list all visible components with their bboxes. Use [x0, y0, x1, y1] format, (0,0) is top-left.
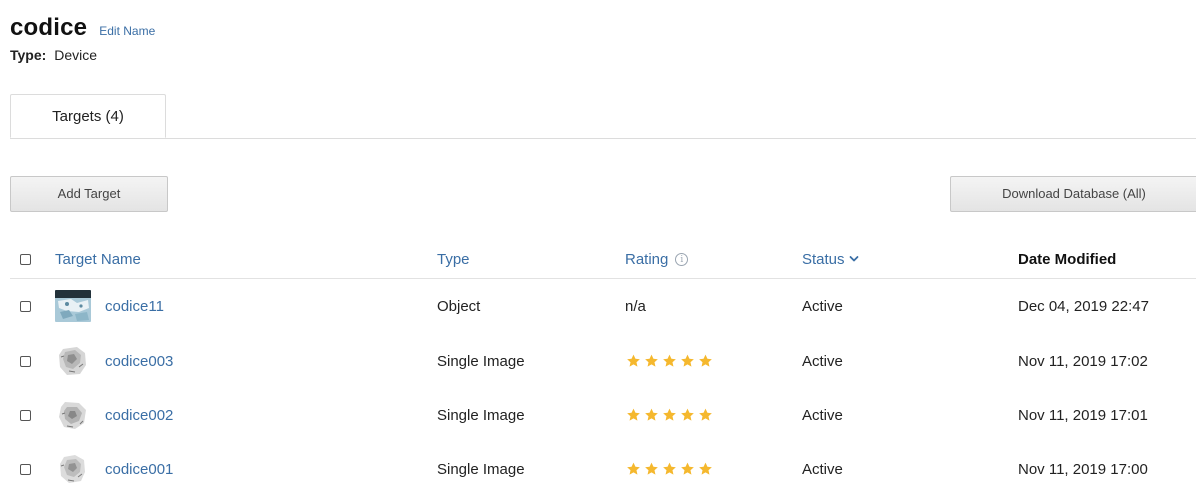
chevron-down-icon[interactable] — [849, 254, 859, 264]
row-checkbox[interactable] — [20, 463, 31, 475]
star-rating — [625, 461, 714, 477]
target-name-link[interactable]: codice001 — [105, 461, 173, 478]
row-checkbox[interactable] — [20, 409, 31, 421]
column-header-status[interactable]: Status — [802, 251, 845, 268]
table-row: codice11 Object n/a Active Dec 04, 2019 … — [10, 279, 1196, 333]
table-row: codice001 Single Image Active Nov 11, 20… — [10, 442, 1196, 485]
target-status: Active — [802, 406, 843, 424]
table-header: Target Name Type Rating i Status Date Mo… — [10, 240, 1196, 279]
target-status: Active — [802, 297, 843, 315]
target-type: Single Image — [437, 406, 525, 424]
database-name: codice — [10, 14, 88, 41]
star-icon — [663, 462, 676, 475]
star-icon — [699, 462, 712, 475]
star-icon — [663, 408, 676, 421]
star-rating — [625, 353, 714, 369]
type-label: Type: — [10, 47, 47, 63]
target-status: Active — [802, 352, 843, 370]
star-icon — [681, 408, 694, 421]
info-icon[interactable]: i — [675, 252, 689, 266]
table-row: codice002 Single Image Active Nov 11, 20… — [10, 388, 1196, 442]
star-icon — [645, 354, 658, 367]
target-manager-page: codice Edit Name Type: Device Targets (4… — [0, 0, 1196, 485]
target-type: Single Image — [437, 352, 525, 370]
table-row: codice003 Single Image Active Nov 11, 20… — [10, 334, 1196, 388]
star-icon — [699, 354, 712, 367]
star-icon — [681, 354, 694, 367]
column-header-rating[interactable]: Rating — [625, 251, 668, 268]
column-header-target-name[interactable]: Target Name — [55, 251, 141, 268]
date-modified: Nov 11, 2019 17:02 — [1018, 352, 1148, 370]
star-icon — [645, 462, 658, 475]
tab-targets[interactable]: Targets (4) — [10, 94, 166, 138]
target-name-link[interactable]: codice003 — [105, 353, 173, 370]
target-type: Object — [437, 297, 481, 315]
rating-text: n/a — [625, 297, 646, 315]
type-value: Device — [54, 47, 97, 63]
date-modified: Dec 04, 2019 22:47 — [1018, 297, 1149, 315]
add-target-button[interactable]: Add Target — [10, 176, 168, 212]
star-icon — [645, 408, 658, 421]
star-rating — [625, 407, 714, 423]
column-header-date-modified: Date Modified — [1018, 250, 1117, 268]
row-checkbox[interactable] — [20, 355, 31, 367]
header-checkbox-cell — [20, 240, 31, 278]
date-modified: Nov 11, 2019 17:01 — [1018, 406, 1148, 424]
database-title-row: codice Edit Name — [10, 14, 155, 42]
image-thumb-icon — [59, 402, 86, 429]
date-modified: Nov 11, 2019 17:00 — [1018, 460, 1148, 478]
database-type: Type: Device — [10, 47, 97, 63]
star-icon — [627, 354, 640, 367]
image-thumb-icon — [59, 347, 86, 375]
object-thumb-icon — [55, 290, 91, 322]
star-icon — [663, 354, 676, 367]
column-header-type[interactable]: Type — [437, 251, 470, 268]
edit-name-link[interactable]: Edit Name — [99, 24, 155, 38]
target-type: Single Image — [437, 460, 525, 478]
image-thumb-icon — [60, 455, 85, 483]
download-database-button[interactable]: Download Database (All) — [950, 176, 1196, 212]
star-icon — [627, 408, 640, 421]
star-icon — [699, 408, 712, 421]
target-name-link[interactable]: codice002 — [105, 407, 173, 424]
tab-strip: Targets (4) — [10, 94, 1196, 139]
row-checkbox[interactable] — [20, 300, 31, 312]
star-icon — [681, 462, 694, 475]
target-name-link[interactable]: codice11 — [105, 298, 164, 315]
star-icon — [627, 462, 640, 475]
target-status: Active — [802, 460, 843, 478]
select-all-checkbox[interactable] — [20, 253, 31, 265]
